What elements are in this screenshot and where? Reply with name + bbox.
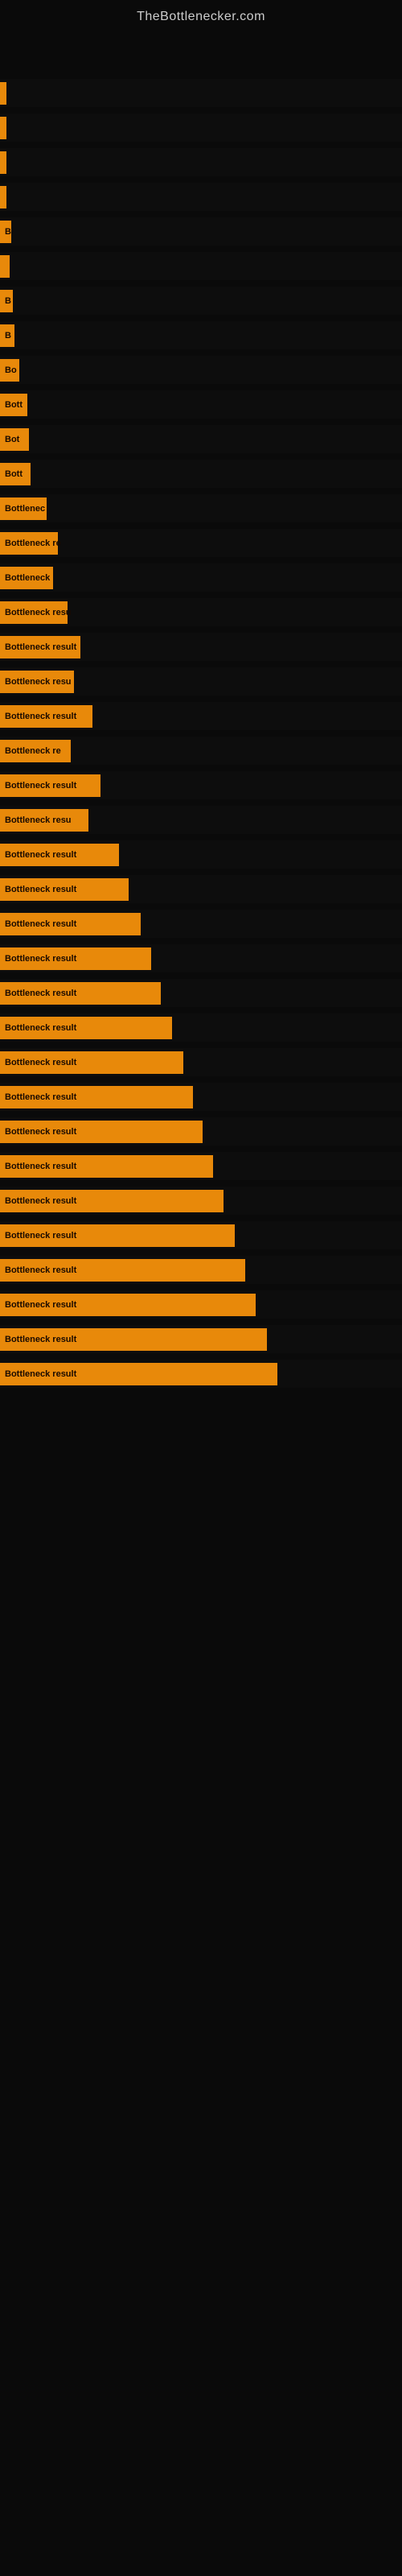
bar-row-5: B (0, 217, 402, 246)
bar-row-29: Bottleneck result (0, 1048, 402, 1076)
bar-row-27: Bottleneck result (0, 979, 402, 1007)
bar-row-36: Bottleneck result (0, 1290, 402, 1319)
bar-text-25: Bottleneck result (5, 919, 76, 929)
bar-row-19: Bottleneck result (0, 702, 402, 730)
bar-row-14: Bottleneck re (0, 529, 402, 557)
bar-text-10: Bott (5, 400, 23, 410)
bar-row-21: Bottleneck result (0, 771, 402, 799)
bar-text-32: Bottleneck result (5, 1162, 76, 1171)
bar-row-20: Bottleneck re (0, 737, 402, 765)
bar-text-29: Bottleneck result (5, 1058, 76, 1067)
bar-row-37: Bottleneck result (0, 1325, 402, 1353)
bar-row-15: Bottleneck (0, 564, 402, 592)
bar-text-38: Bottleneck result (5, 1369, 76, 1379)
bar-text-8: B (5, 331, 11, 341)
bar-row-6 (0, 252, 402, 280)
bar-row-8: B (0, 321, 402, 349)
bar-row-11: Bot (0, 425, 402, 453)
bar-text-18: Bottleneck resu (5, 677, 72, 687)
bar-text-20: Bottleneck re (5, 746, 61, 756)
bar-text-9: Bo (5, 365, 17, 375)
bar-row-4 (0, 183, 402, 211)
bar-row-10: Bott (0, 390, 402, 419)
bar-text-13: Bottlenec (5, 504, 45, 514)
bar-text-15: Bottleneck (5, 573, 50, 583)
bar-row-23: Bottleneck result (0, 840, 402, 869)
bar-text-26: Bottleneck result (5, 954, 76, 964)
bar-row-2 (0, 114, 402, 142)
bar-text-23: Bottleneck result (5, 850, 76, 860)
bar-text-7: B (5, 296, 11, 306)
bar-text-33: Bottleneck result (5, 1196, 76, 1206)
bar-text-35: Bottleneck result (5, 1265, 76, 1275)
bar-row-35: Bottleneck result (0, 1256, 402, 1284)
bar-row-13: Bottlenec (0, 494, 402, 522)
bar-row-7: B (0, 287, 402, 315)
bar-row-34: Bottleneck result (0, 1221, 402, 1249)
bar-text-11: Bot (5, 435, 19, 444)
bar-row-1 (0, 79, 402, 107)
bar-row-28: Bottleneck result (0, 1013, 402, 1042)
bar-text-37: Bottleneck result (5, 1335, 76, 1344)
bar-text-14: Bottleneck re (5, 539, 61, 548)
bar-row-9: Bo (0, 356, 402, 384)
bar-text-22: Bottleneck resu (5, 815, 72, 825)
bar-text-12: Bott (5, 469, 23, 479)
bar-text-21: Bottleneck result (5, 781, 76, 791)
bar-row-25: Bottleneck result (0, 910, 402, 938)
bar-row-33: Bottleneck result (0, 1187, 402, 1215)
bar-text-19: Bottleneck result (5, 712, 76, 721)
bar-text-16: Bottleneck resu (5, 608, 72, 617)
bar-row-18: Bottleneck resu (0, 667, 402, 696)
bar-text-36: Bottleneck result (5, 1300, 76, 1310)
bar-row-24: Bottleneck result (0, 875, 402, 903)
bar-row-32: Bottleneck result (0, 1152, 402, 1180)
bar-row-31: Bottleneck result (0, 1117, 402, 1146)
site-title: TheBottlenecker.com (0, 0, 402, 31)
bars-section: B B B Bo Bott Bot Bott Bottlenec (0, 79, 402, 1388)
bar-text-5: B (5, 227, 11, 237)
bar-row-30: Bottleneck result (0, 1083, 402, 1111)
bar-row-16: Bottleneck resu (0, 598, 402, 626)
bar-text-27: Bottleneck result (5, 989, 76, 998)
bar-row-3 (0, 148, 402, 176)
bar-text-34: Bottleneck result (5, 1231, 76, 1241)
bar-text-28: Bottleneck result (5, 1023, 76, 1033)
bar-text-17: Bottleneck result (5, 642, 76, 652)
bar-row-12: Bott (0, 460, 402, 488)
bar-text-31: Bottleneck result (5, 1127, 76, 1137)
bar-text-30: Bottleneck result (5, 1092, 76, 1102)
bar-row-26: Bottleneck result (0, 944, 402, 972)
bar-row-17: Bottleneck result (0, 633, 402, 661)
bar-row-38: Bottleneck result (0, 1360, 402, 1388)
bar-row-22: Bottleneck resu (0, 806, 402, 834)
bar-text-24: Bottleneck result (5, 885, 76, 894)
